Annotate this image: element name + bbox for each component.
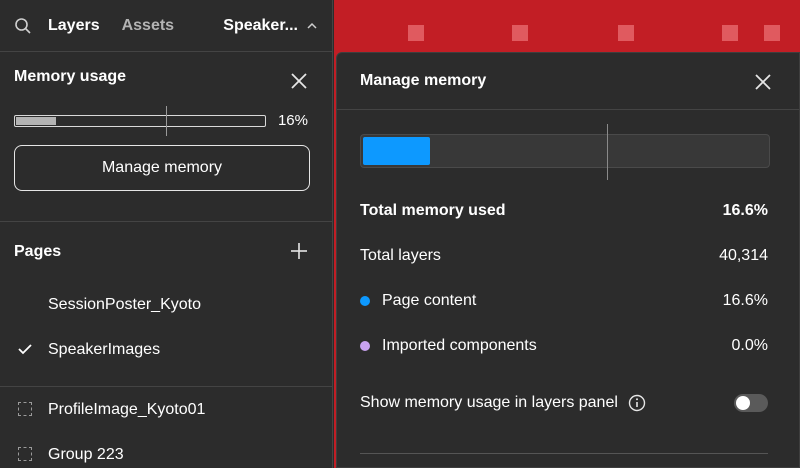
canvas-frame-thumbnail[interactable]	[408, 25, 424, 41]
imported-components-dot-icon	[360, 340, 370, 351]
memory-usage-title: Memory usage	[14, 68, 127, 85]
page-content-label: Page content	[382, 291, 477, 309]
search-icon[interactable]	[14, 17, 32, 35]
close-icon[interactable]	[755, 74, 771, 90]
dialog-divider	[360, 453, 768, 454]
canvas-frame-thumbnail[interactable]	[722, 25, 738, 41]
dialog-title: Manage memory	[360, 72, 487, 89]
tab-layers[interactable]: Layers	[48, 17, 100, 35]
total-layers-row: Total layers 40,314	[360, 233, 768, 278]
total-memory-row: Total memory used 16.6%	[360, 188, 768, 233]
toggle-knob	[736, 395, 750, 410]
add-page-icon[interactable]	[290, 242, 308, 260]
memory-usage-section: Memory usage 16% Manage memory	[0, 52, 332, 222]
pages-section: Pages SessionPoster_Kyoto SpeakerImages	[0, 222, 332, 387]
checkmark-icon	[18, 344, 32, 355]
total-layers-label: Total layers	[360, 246, 441, 264]
page-item-speakerimages[interactable]: SpeakerImages	[14, 327, 318, 372]
close-icon[interactable]	[290, 72, 308, 90]
total-layers-value: 40,314	[719, 246, 768, 264]
show-memory-usage-row: Show memory usage in layers panel	[360, 380, 768, 425]
layers-list: ProfileImage_Kyoto01 Group 223	[0, 387, 332, 468]
page-content-dot-icon	[360, 295, 370, 306]
layer-label: ProfileImage_Kyoto01	[48, 400, 206, 418]
memory-usage-bar-large	[360, 124, 770, 180]
info-icon[interactable]	[628, 394, 646, 412]
page-content-row: Page content 16.6%	[360, 278, 768, 323]
page-item-label: SessionPoster_Kyoto	[48, 295, 201, 313]
manage-memory-dialog: Manage memory Total memory used 16.6% To…	[336, 52, 800, 468]
page-item-sessionposter-kyoto[interactable]: SessionPoster_Kyoto	[14, 282, 318, 327]
memory-usage-fill	[363, 137, 431, 165]
page-switcher[interactable]: Speaker...	[223, 17, 318, 35]
sidebar-topbar: Layers Assets Speaker...	[0, 0, 332, 52]
memory-threshold-marker	[607, 124, 608, 180]
manage-memory-button[interactable]: Manage memory	[14, 145, 310, 191]
canvas-frame-thumbnail[interactable]	[512, 25, 528, 41]
frame-icon	[18, 402, 32, 416]
show-memory-usage-label: Show memory usage in layers panel	[360, 393, 618, 411]
layer-label: Group 223	[48, 445, 124, 463]
memory-usage-fill	[16, 116, 56, 125]
imported-components-row: Imported components 0.0%	[360, 323, 768, 368]
imported-components-label: Imported components	[382, 336, 537, 354]
memory-usage-percent: 16%	[277, 112, 308, 129]
imported-components-value: 0.0%	[731, 336, 768, 354]
left-sidebar: Layers Assets Speaker... Memory usage 16…	[0, 0, 333, 468]
chevron-up-icon	[307, 22, 317, 29]
canvas-frames-strip	[334, 0, 800, 52]
layer-row[interactable]: ProfileImage_Kyoto01	[0, 387, 332, 432]
frame-icon	[18, 447, 32, 461]
memory-threshold-marker	[166, 105, 167, 136]
tab-assets[interactable]: Assets	[122, 17, 174, 35]
show-memory-usage-toggle[interactable]	[734, 393, 768, 412]
page-switcher-label: Speaker...	[223, 16, 298, 34]
canvas-frame-thumbnail[interactable]	[764, 25, 780, 41]
canvas-frame-thumbnail[interactable]	[618, 25, 634, 41]
memory-usage-bar	[14, 105, 266, 136]
page-item-label: SpeakerImages	[48, 340, 161, 358]
total-memory-label: Total memory used	[360, 201, 506, 219]
pages-title: Pages	[14, 243, 62, 260]
total-memory-value: 16.6%	[722, 201, 768, 219]
dialog-header: Manage memory	[337, 53, 799, 110]
layer-row[interactable]: Group 223	[0, 432, 332, 468]
page-content-value: 16.6%	[722, 291, 768, 309]
